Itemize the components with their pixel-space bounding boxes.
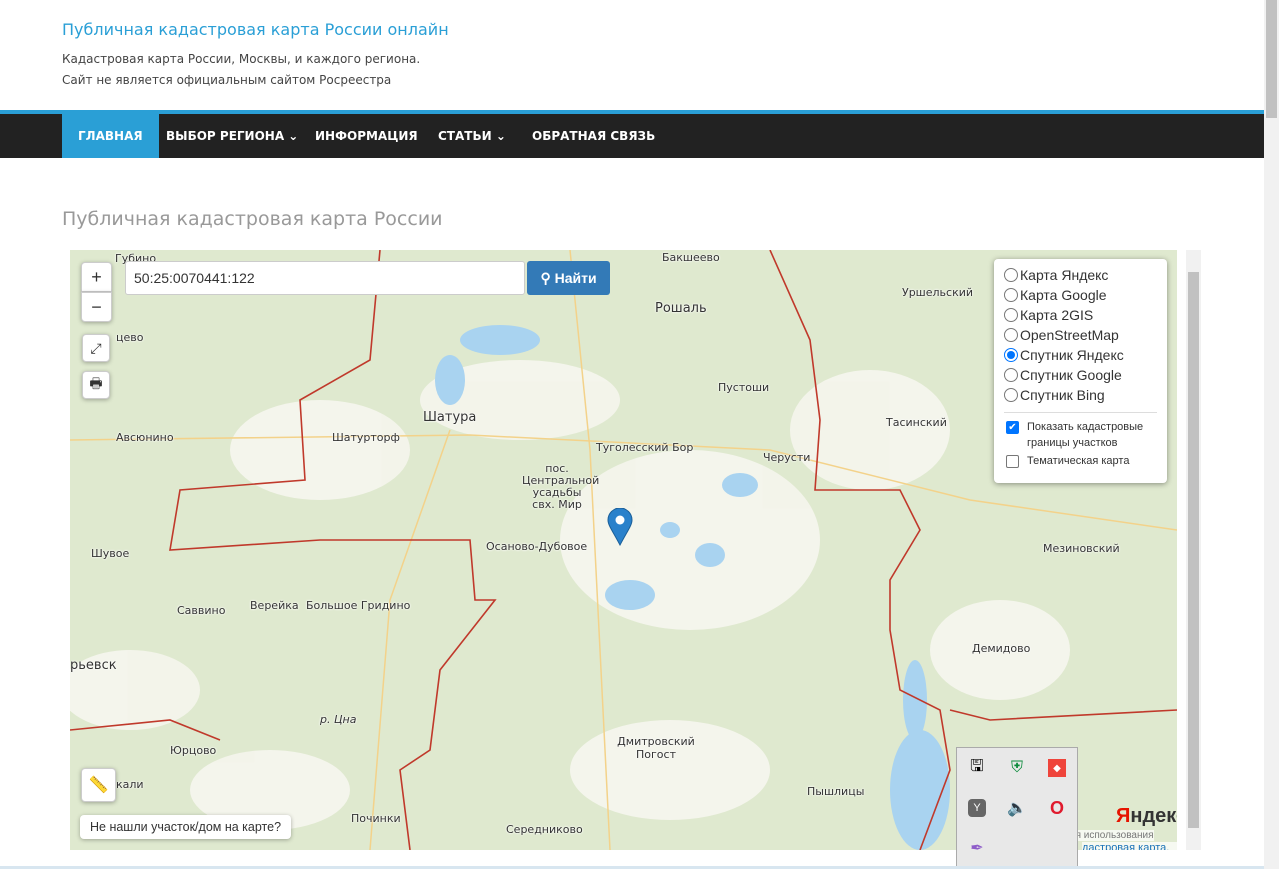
place-label: Шатурторф [332,431,400,444]
nav-articles[interactable]: СТАТЬИ ⌄ [422,114,522,158]
place-label: кали [116,778,144,791]
site-subtitle: Кадастровая карта России, Москвы, и кажд… [62,52,421,66]
place-label: Уршельский [902,286,974,299]
nav-region[interactable]: ВЫБОР РЕГИОНА ⌄ [150,114,314,158]
printer-icon: 🖶 [89,375,103,391]
feather-icon[interactable]: ✒ [957,828,997,868]
layer-switcher: Карта Яндекс Карта Google Карта 2GIS Ope… [994,259,1167,483]
place-label: Пустоши [718,381,770,394]
search-icon: ⚲ [540,270,555,286]
place-label: Пышлицы [807,785,865,798]
security-shield-icon[interactable]: ⛨ [997,748,1037,788]
thematic-map-checkbox[interactable]: Тематическая карта [1004,453,1157,469]
layer-option[interactable]: Спутник Google [1004,365,1157,385]
ruler-icon: 📏 [88,777,109,794]
search-button-label: Найти [554,270,597,286]
place-label: Бакшеево [662,251,720,264]
layer-option[interactable]: Карта Google [1004,285,1157,305]
attribution-link[interactable]: дастровая карта, © [1082,842,1177,850]
anydesk-icon[interactable]: ◆ [1048,759,1066,777]
opera-icon[interactable]: O [1037,788,1077,828]
place-label: Туголесский Бор [596,441,694,454]
layer-option[interactable]: Карта 2GIS [1004,305,1157,325]
river-label: р. Цна [320,713,357,726]
layer-option[interactable]: Карта Яндекс [1004,265,1157,285]
page-scrollbar[interactable] [1264,0,1279,869]
place-label: Мезиновский [1043,542,1120,555]
place-label: цево [116,331,144,344]
expand-icon: ⤢ [90,339,102,356]
cadastral-search-input[interactable]: 50:25:0070441:122 [125,261,525,295]
divider [1004,412,1157,413]
place-label: Дмитровский Погост [617,735,695,761]
print-button[interactable]: 🖶 [82,371,110,399]
yandex-logo[interactable]: Яндекс [1116,805,1177,828]
system-tray-popup: 🖫 ⛨ ◆ Y 🔈 O ✒ [956,747,1078,869]
place-label: Саввино [177,604,226,617]
zoom-out-button[interactable]: − [81,292,112,322]
terms-link[interactable]: ия использования [1070,830,1154,841]
cadastral-borders-checkbox[interactable]: ✔ Показать кадастровые границы участков [1004,419,1157,451]
search-button[interactable]: ⚲ Найти [527,261,610,295]
place-label: Шувое [91,547,130,560]
place-label: Авсюнино [116,431,174,444]
usb-icon[interactable]: 🖫 [957,748,997,788]
speaker-icon[interactable]: 🔈 [997,788,1037,828]
place-label: Верейка [250,599,299,612]
place-label: рьевск [70,658,117,673]
place-label: Середниково [506,823,583,836]
place-label: Тасинский [886,416,947,429]
map-scrollbar[interactable] [1186,250,1201,850]
ruler-button[interactable]: 📏 [81,768,116,802]
nav-info[interactable]: ИНФОРМАЦИЯ [299,114,434,158]
layer-option[interactable]: OpenStreetMap [1004,325,1157,345]
nav-home[interactable]: ГЛАВНАЯ [62,114,159,158]
layer-option-selected[interactable]: Спутник Яндекс [1004,345,1157,365]
place-label: Юрцово [170,744,217,757]
page-title: Публичная кадастровая карта России [62,208,443,230]
place-label: Черусти [763,451,811,464]
place-label: Шатура [423,410,477,425]
main-nav: ГЛАВНАЯ ВЫБОР РЕГИОНА ⌄ ИНФОРМАЦИЯ СТАТЬ… [0,114,1264,158]
site-title[interactable]: Публичная кадастровая карта России онлай… [62,20,449,39]
site-disclaimer: Сайт не является официальным сайтом Роср… [62,73,392,87]
fullscreen-button[interactable]: ⤢ [82,334,110,362]
place-label: Осаново-Дубовое [486,540,588,553]
nav-feedback[interactable]: ОБРАТНАЯ СВЯЗЬ [516,114,671,158]
site-header: Публичная кадастровая карта России онлай… [62,20,449,91]
place-label: Починки [351,812,401,825]
place-label: Рошаль [655,301,707,316]
place-label: пос. Центральной усадьбы свх. Мир [522,462,600,511]
place-label: Демидово [972,642,1031,655]
not-found-button[interactable]: Не нашли участок/дом на карте? [80,815,292,839]
place-label: Большое Гридино [306,599,411,612]
map-marker-icon[interactable] [607,508,633,546]
zoom-in-button[interactable]: + [81,262,112,292]
yandex-app-icon[interactable]: Y [968,799,986,817]
layer-option[interactable]: Спутник Bing [1004,385,1157,405]
